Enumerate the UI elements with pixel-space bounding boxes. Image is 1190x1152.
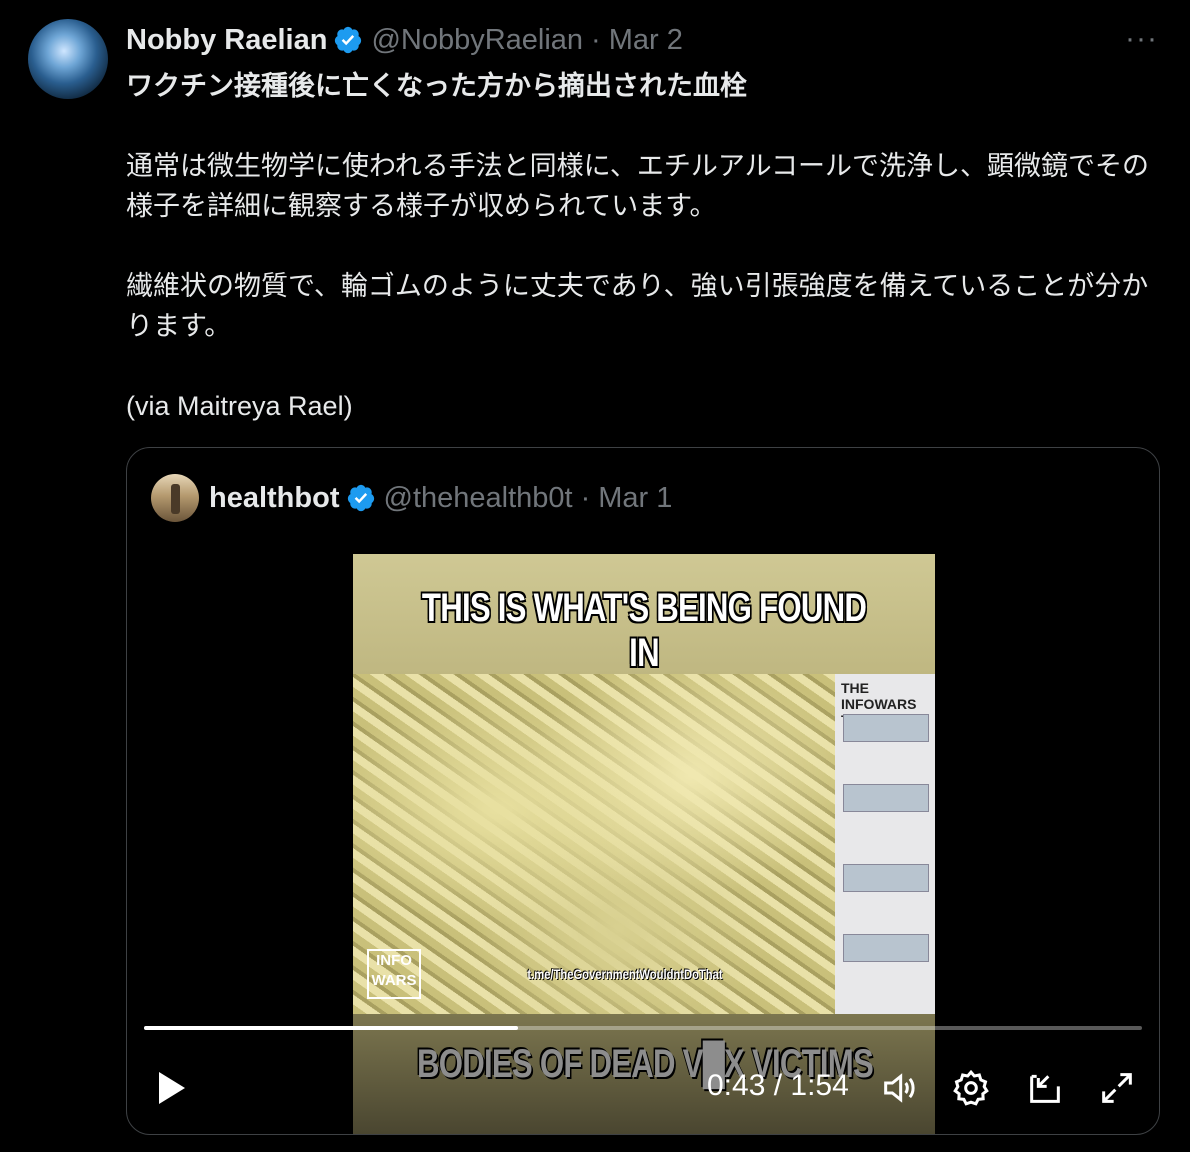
tweet-header: Nobby Raelian @NobbyRaelian · Mar 2: [126, 22, 683, 58]
verified-badge-icon: [347, 484, 374, 512]
quoted-author-name[interactable]: healthbot: [209, 482, 340, 515]
tweet-title: ワクチン接種後に亡くなった方から摘出された血栓: [126, 71, 747, 101]
more-icon[interactable]: ···: [1125, 22, 1158, 56]
quoted-tweet-card[interactable]: healthbot @thehealthb0t · Mar 1 THIS IS …: [126, 447, 1160, 1135]
quoted-author-avatar[interactable]: [151, 474, 199, 522]
settings-icon[interactable]: [951, 1068, 991, 1108]
separator: ·: [591, 23, 601, 56]
author-handle[interactable]: @NobbyRaelian: [371, 24, 583, 57]
panel-box: [843, 864, 929, 892]
tweet-date[interactable]: Mar 2: [609, 24, 683, 57]
verified-badge-icon: [335, 26, 362, 54]
video-side-panel: THE INFOWARS TV: [835, 674, 935, 1014]
author-name[interactable]: Nobby Raelian: [126, 24, 327, 57]
panel-box: [843, 934, 929, 962]
separator: ·: [580, 481, 591, 514]
play-icon[interactable]: [159, 1072, 185, 1104]
tweet-paragraph: 繊維状の物質で、輪ゴムのように丈夫であり、強い引張強度を備えていることが分かりま…: [126, 271, 1149, 341]
quoted-author-handle[interactable]: @thehealthb0t: [384, 482, 573, 515]
tweet-attribution: (via Maitreya Rael): [126, 391, 353, 421]
panel-box: [843, 714, 929, 742]
panel-box: [843, 784, 929, 812]
tweet-paragraph: 通常は微生物学に使われる手法と同様に、エチルアルコールで洗浄し、顕微鏡でその様子…: [126, 151, 1150, 221]
volume-icon[interactable]: [879, 1068, 919, 1108]
video-telegram-link: t.me/TheGovernmentWouldntDoThat: [527, 966, 723, 982]
video-frame-image: [353, 674, 835, 1014]
tweet-text: ワクチン接種後に亡くなった方から摘出された血栓 通常は微生物学に使われる手法と同…: [126, 66, 1166, 426]
video-top-caption: THIS IS WHAT'S BEING FOUND IN: [421, 586, 867, 675]
video-watermark: INFO WARS: [367, 949, 421, 999]
dock-icon[interactable]: [1025, 1068, 1065, 1108]
quoted-tweet-date[interactable]: Mar 1: [598, 482, 672, 515]
author-avatar[interactable]: [28, 19, 108, 99]
video-progress-fill: [144, 1026, 519, 1030]
video-scrubber[interactable]: [144, 1026, 1142, 1030]
video-player[interactable]: THIS IS WHAT'S BEING FOUND IN THE INFOWA…: [353, 554, 935, 1134]
fullscreen-icon[interactable]: [1097, 1068, 1137, 1108]
quoted-tweet-header: healthbot @thehealthb0t · Mar 1: [209, 478, 672, 518]
video-time: 0:43 / 1:54: [707, 1069, 849, 1102]
